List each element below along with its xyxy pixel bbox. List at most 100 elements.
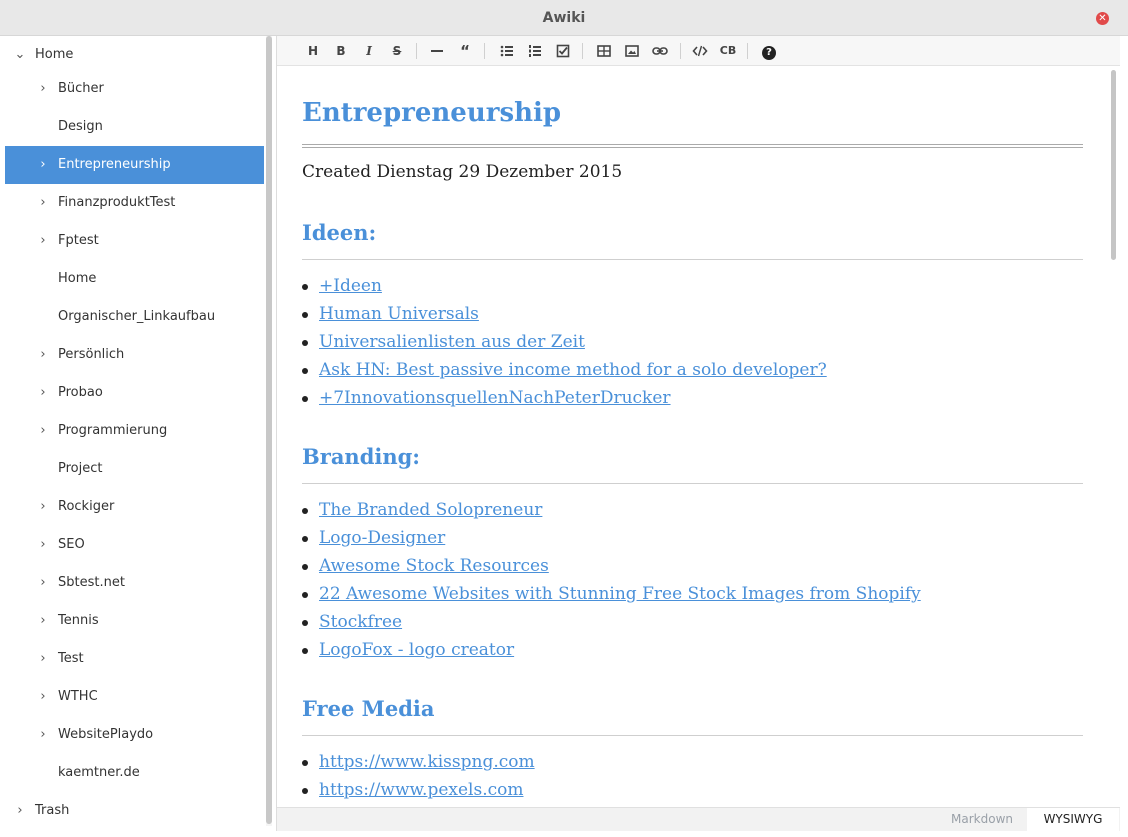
wiki-link[interactable]: Human Universals <box>319 304 479 324</box>
chevron-right-icon[interactable]: › <box>36 184 50 222</box>
tree-item-label: kaemtner.de <box>58 765 140 780</box>
help-icon: ? <box>762 46 776 60</box>
created-date: Created Dienstag 29 Dezember 2015 <box>302 162 623 182</box>
task-list-button[interactable] <box>552 41 574 61</box>
document-content[interactable]: Entrepreneurship Created Dienstag 29 Dez… <box>277 66 1110 806</box>
link-list: https://www.kisspng.com https://www.pexe… <box>302 748 535 804</box>
tree-item-test[interactable]: › Test <box>5 640 264 678</box>
tree-item-label: WTHC <box>58 689 98 704</box>
wiki-link[interactable]: LogoFox - logo creator <box>319 640 514 660</box>
chevron-right-icon[interactable]: › <box>36 374 50 412</box>
link-button[interactable] <box>649 41 671 61</box>
tree-item-label: Entrepreneurship <box>58 157 171 172</box>
tree-item-rockiger[interactable]: › Rockiger <box>5 488 264 526</box>
quote-button[interactable]: “ <box>454 41 476 61</box>
tree-item-probao[interactable]: › Probao <box>5 374 264 412</box>
editor-scrollbar-thumb[interactable] <box>1111 70 1116 260</box>
image-icon <box>625 45 639 57</box>
wiki-link[interactable]: 22 Awesome Websites with Stunning Free S… <box>319 584 921 604</box>
codeblock-button[interactable]: CB <box>717 41 739 61</box>
tree-item-seo[interactable]: › SEO <box>5 526 264 564</box>
list-item: Stockfree <box>302 608 921 636</box>
chevron-right-icon[interactable]: › <box>36 222 50 260</box>
toolbar-separator <box>416 43 417 59</box>
wiki-link[interactable]: Universalienlisten aus der Zeit <box>319 332 585 352</box>
wiki-link[interactable]: +7InnovationsquellenNachPeterDrucker <box>319 388 671 408</box>
section-divider <box>302 483 1083 484</box>
wiki-link[interactable]: https://www.pexels.com <box>319 780 523 800</box>
tree-item-finanzprodukttest[interactable]: › FinanzproduktTest <box>5 184 264 222</box>
page-title: Entrepreneurship <box>302 98 562 128</box>
wiki-link[interactable]: Logo-Designer <box>319 528 445 548</box>
tree-item-home[interactable]: ⌄ Home <box>5 36 264 74</box>
tree-item-home-page[interactable]: Home <box>5 260 264 298</box>
tree-item-fptest[interactable]: › Fptest <box>5 222 264 260</box>
toolbar-separator <box>680 43 681 59</box>
link-icon <box>652 47 668 55</box>
numbered-list-button[interactable] <box>524 41 546 61</box>
markdown-mode-button[interactable]: Markdown <box>937 808 1027 831</box>
tree-item-tennis[interactable]: › Tennis <box>5 602 264 640</box>
tree-item-design[interactable]: Design <box>5 108 264 146</box>
chevron-right-icon[interactable]: › <box>36 146 50 184</box>
chevron-right-icon[interactable]: › <box>36 488 50 526</box>
tree-item-websiteplaydo[interactable]: › WebsitePlaydo <box>5 716 264 754</box>
tree-item-entrepreneurship[interactable]: › Entrepreneurship <box>5 146 264 184</box>
list-item: https://www.kisspng.com <box>302 748 535 776</box>
wiki-link[interactable]: +Ideen <box>319 276 382 296</box>
chevron-right-icon[interactable]: › <box>36 564 50 602</box>
wiki-link[interactable]: The Branded Solopreneur <box>319 500 542 520</box>
chevron-right-icon[interactable]: › <box>36 526 50 564</box>
wysiwyg-mode-button[interactable]: WYSIWYG <box>1027 808 1119 831</box>
help-button[interactable]: ? <box>758 41 780 61</box>
table-button[interactable] <box>593 41 615 61</box>
list-item: +7InnovationsquellenNachPeterDrucker <box>302 384 827 412</box>
chevron-right-icon[interactable]: › <box>36 678 50 716</box>
horizontal-rule-icon <box>431 50 443 52</box>
chevron-right-icon[interactable]: › <box>36 602 50 640</box>
chevron-down-icon[interactable]: ⌄ <box>13 36 27 74</box>
code-button[interactable] <box>689 41 711 61</box>
tree-item-project[interactable]: Project <box>5 450 264 488</box>
chevron-right-icon[interactable]: › <box>36 640 50 678</box>
editor-pane: H B I S “ CB ? Entrepreneurship Created … <box>276 36 1120 831</box>
wiki-link[interactable]: Awesome Stock Resources <box>319 556 549 576</box>
tree-item-label: FinanzproduktTest <box>58 195 176 210</box>
tree-item-label: Trash <box>35 803 70 818</box>
wiki-link[interactable]: https://www.kisspng.com <box>319 752 535 772</box>
wiki-link[interactable]: Ask HN: Best passive income method for a… <box>319 360 827 380</box>
chevron-right-icon[interactable]: › <box>36 412 50 450</box>
tree-item-organischer-linkaufbau[interactable]: Organischer_Linkaufbau <box>5 298 264 336</box>
title-bar: Awiki ✕ <box>0 0 1128 36</box>
tree-item-buecher[interactable]: › Bücher <box>5 70 264 108</box>
chevron-right-icon[interactable]: › <box>36 716 50 754</box>
close-icon[interactable]: ✕ <box>1096 12 1109 25</box>
window-title: Awiki <box>542 10 586 26</box>
strikethrough-button[interactable]: S <box>386 41 408 61</box>
link-list: +Ideen Human Universals Universalienlist… <box>302 272 827 412</box>
wiki-link[interactable]: Stockfree <box>319 612 402 632</box>
mode-switcher: Markdown WYSIWYG <box>277 807 1120 831</box>
tree-item-persoenlich[interactable]: › Persönlich <box>5 336 264 374</box>
list-item: Logo-Designer <box>302 524 921 552</box>
table-icon <box>597 45 611 57</box>
sidebar-scrollbar-thumb[interactable] <box>266 36 272 824</box>
tree-item-label: Rockiger <box>58 499 115 514</box>
bullet-list-button[interactable] <box>496 41 518 61</box>
horizontal-rule-button[interactable] <box>426 41 448 61</box>
chevron-right-icon[interactable]: › <box>13 792 27 830</box>
tree-item-kaemtner[interactable]: kaemtner.de <box>5 754 264 792</box>
tree-item-label: Probao <box>58 385 103 400</box>
tree-item-sbtest[interactable]: › Sbtest.net <box>5 564 264 602</box>
image-button[interactable] <box>621 41 643 61</box>
tree-item-trash[interactable]: › Trash <box>5 792 264 830</box>
italic-button[interactable]: I <box>358 41 380 61</box>
bold-button[interactable]: B <box>330 41 352 61</box>
heading-button[interactable]: H <box>302 41 324 61</box>
section-heading: Free Media <box>302 696 435 721</box>
tree-item-label: Programmierung <box>58 423 168 438</box>
chevron-right-icon[interactable]: › <box>36 70 50 108</box>
tree-item-wthc[interactable]: › WTHC <box>5 678 264 716</box>
chevron-right-icon[interactable]: › <box>36 336 50 374</box>
tree-item-programmierung[interactable]: › Programmierung <box>5 412 264 450</box>
